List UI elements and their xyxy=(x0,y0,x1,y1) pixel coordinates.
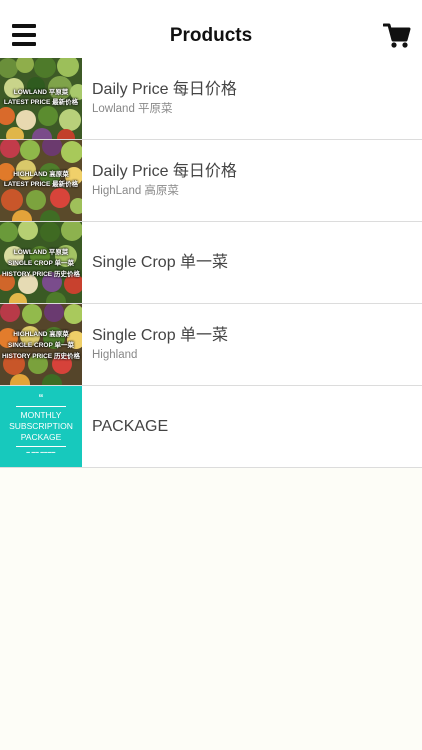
product-title: Single Crop 单一菜 xyxy=(92,253,229,271)
product-list: LOWLAND 平原菜 LATEST PRICE 最新价格 Daily Pric… xyxy=(0,58,422,468)
product-subtitle: Lowland 平原菜 xyxy=(92,103,173,115)
product-row-single-crop-highland[interactable]: HIGHLAND 高原菜 SINGLE CROP 单一菜 HISTORY PRI… xyxy=(0,304,422,386)
vegetables-thumbnail: HIGHLAND 高原菜 SINGLE CROP 单一菜 HISTORY PRI… xyxy=(0,304,82,385)
thumb-label-line: LOWLAND 平原菜 xyxy=(13,249,69,256)
cart-icon xyxy=(382,23,411,48)
product-row-daily-price-lowland[interactable]: LOWLAND 平原菜 LATEST PRICE 最新价格 Daily Pric… xyxy=(0,58,422,140)
thumb-label-line: SINGLE CROP 单一菜 xyxy=(8,260,74,267)
product-subtitle: HighLand 高原菜 xyxy=(92,185,179,197)
package-thumbnail: “ MONTHLY SUBSCRIPTION PACKAGE ▬ ▬▬ ▬▬▬▬ xyxy=(0,386,82,467)
divider xyxy=(16,406,66,407)
thumb-label-line: HIGHLAND 高原菜 xyxy=(13,331,69,338)
thumb-label-line: HISTORY PRICE 历史价格 xyxy=(2,271,80,278)
thumb-label-line: LATEST PRICE 最新价格 xyxy=(3,181,79,188)
product-subtitle: Highland xyxy=(92,349,138,361)
fine-print-decoration: ▬ ▬▬ ▬▬▬▬ xyxy=(26,450,56,454)
product-row-single-crop-lowland[interactable]: LOWLAND 平原菜 SINGLE CROP 单一菜 HISTORY PRIC… xyxy=(0,222,422,304)
cart-button[interactable] xyxy=(382,23,411,49)
product-row-daily-price-highland[interactable]: HIGHLAND 高原菜 LATEST PRICE 最新价格 Daily Pri… xyxy=(0,140,422,222)
vegetables-thumbnail: LOWLAND 平原菜 SINGLE CROP 单一菜 HISTORY PRIC… xyxy=(0,222,82,303)
thumb-label-line: LATEST PRICE 最新价格 xyxy=(3,99,79,106)
vegetables-thumbnail: HIGHLAND 高原菜 LATEST PRICE 最新价格 xyxy=(0,140,82,221)
quote-icon: “ xyxy=(38,393,44,404)
thumb-label-line: HIGHLAND 高原菜 xyxy=(13,171,69,178)
thumb-label-line: HISTORY PRICE 历史价格 xyxy=(2,353,80,360)
thumb-label-line: MONTHLY xyxy=(20,410,62,420)
thumb-label-line: LOWLAND 平原菜 xyxy=(13,89,69,96)
thumb-label-line: SUBSCRIPTION xyxy=(9,421,73,431)
product-title: Daily Price 每日价格 xyxy=(92,81,237,98)
product-title: Single Crop 单一菜 xyxy=(92,327,229,344)
product-row-package[interactable]: “ MONTHLY SUBSCRIPTION PACKAGE ▬ ▬▬ ▬▬▬▬… xyxy=(0,386,422,468)
divider xyxy=(16,446,66,447)
product-title: Daily Price 每日价格 xyxy=(92,163,237,180)
thumb-label-line: PACKAGE xyxy=(20,432,62,442)
vegetables-thumbnail: LOWLAND 平原菜 LATEST PRICE 最新价格 xyxy=(0,58,82,139)
nav-bar: Products xyxy=(0,0,422,58)
product-title: PACKAGE xyxy=(92,417,169,435)
page-title: Products xyxy=(169,25,253,46)
thumb-label-line: SINGLE CROP 单一菜 xyxy=(8,342,74,349)
